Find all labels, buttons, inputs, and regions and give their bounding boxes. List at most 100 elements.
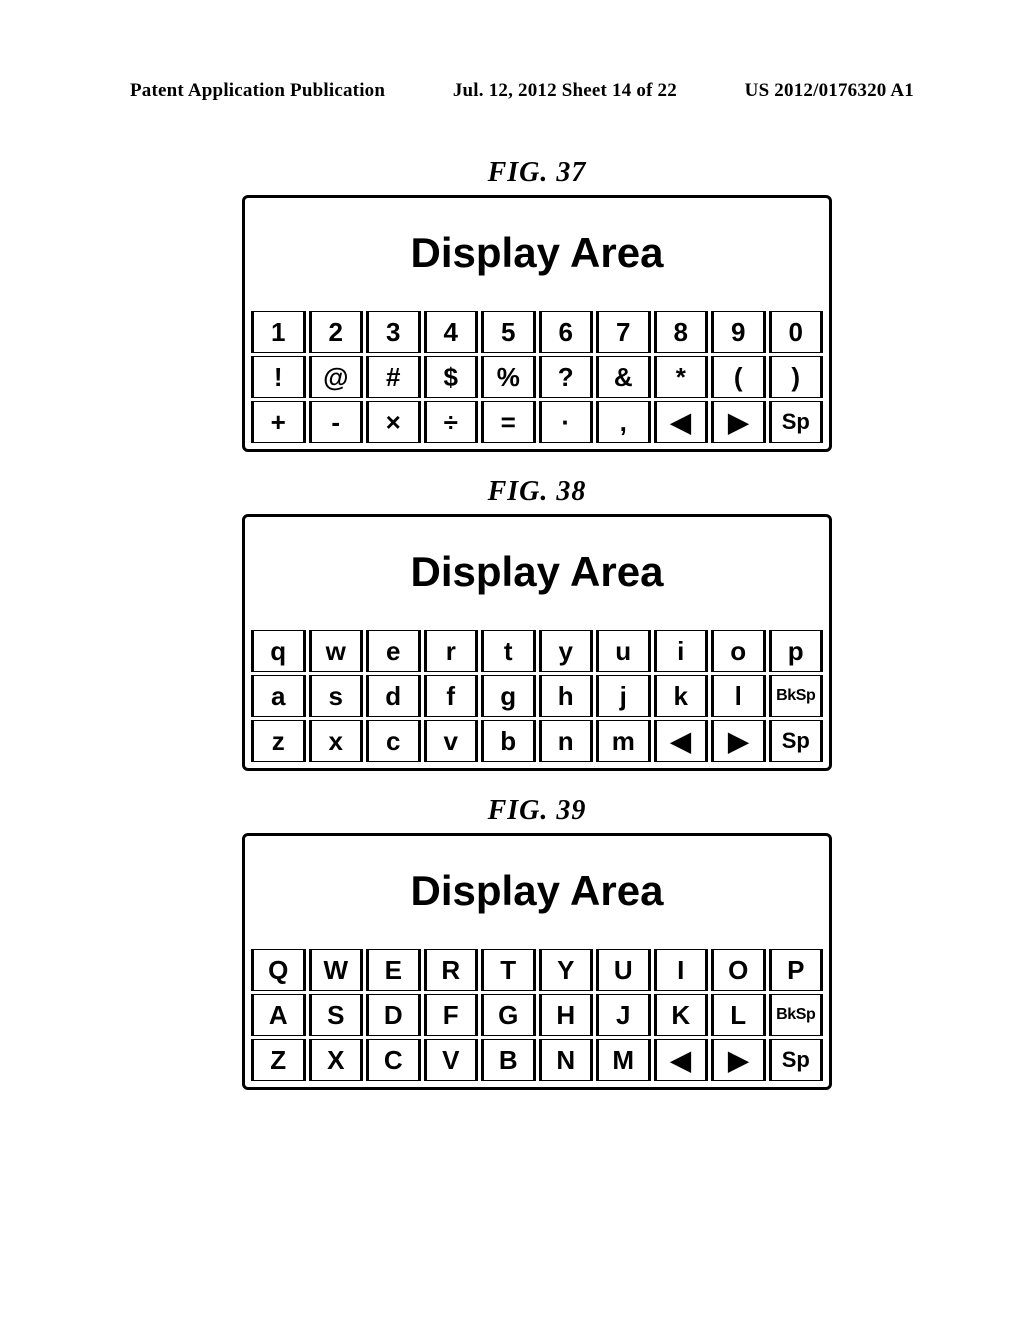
key[interactable]: l [711, 675, 766, 717]
key[interactable]: 8 [654, 311, 709, 353]
key-space[interactable]: Sp [769, 720, 824, 762]
key[interactable]: E [366, 949, 421, 991]
key[interactable]: ! [251, 356, 306, 398]
key[interactable]: m [596, 720, 651, 762]
key-right-arrow[interactable]: ▶ [711, 720, 766, 762]
key[interactable]: Q [251, 949, 306, 991]
key[interactable]: Y [539, 949, 594, 991]
key-space[interactable]: Sp [769, 401, 824, 443]
key[interactable]: * [654, 356, 709, 398]
key-right-arrow[interactable]: ▶ [711, 401, 766, 443]
key[interactable]: t [481, 630, 536, 672]
key[interactable]: K [654, 994, 709, 1036]
key[interactable]: L [711, 994, 766, 1036]
key-row: a s d f g h j k l BkSp [251, 675, 823, 717]
key[interactable]: c [366, 720, 421, 762]
key[interactable]: $ [424, 356, 479, 398]
key[interactable]: I [654, 949, 709, 991]
figure-39: FIG. 39 Display Area Q W E R T Y U I O P… [242, 795, 832, 1090]
key-row: Q W E R T Y U I O P [251, 949, 823, 991]
key[interactable]: 0 [769, 311, 824, 353]
key[interactable]: J [596, 994, 651, 1036]
device-frame: Display Area Q W E R T Y U I O P A S D [242, 833, 832, 1090]
key-backspace[interactable]: BkSp [769, 994, 824, 1036]
key[interactable]: Z [251, 1039, 306, 1081]
key[interactable]: M [596, 1039, 651, 1081]
key[interactable]: = [481, 401, 536, 443]
key[interactable]: q [251, 630, 306, 672]
figure-37: FIG. 37 Display Area 1 2 3 4 5 6 7 8 9 0… [242, 157, 832, 452]
key[interactable]: D [366, 994, 421, 1036]
key-row: 1 2 3 4 5 6 7 8 9 0 [251, 311, 823, 353]
key-space[interactable]: Sp [769, 1039, 824, 1081]
key[interactable]: r [424, 630, 479, 672]
key-left-arrow[interactable]: ◀ [654, 1039, 709, 1081]
key[interactable]: a [251, 675, 306, 717]
key[interactable]: 5 [481, 311, 536, 353]
key[interactable]: × [366, 401, 421, 443]
key[interactable]: ( [711, 356, 766, 398]
key[interactable]: o [711, 630, 766, 672]
key[interactable]: & [596, 356, 651, 398]
key[interactable]: F [424, 994, 479, 1036]
key[interactable]: O [711, 949, 766, 991]
key-left-arrow[interactable]: ◀ [654, 720, 709, 762]
key[interactable]: 4 [424, 311, 479, 353]
key[interactable]: i [654, 630, 709, 672]
key[interactable]: x [309, 720, 364, 762]
key[interactable]: - [309, 401, 364, 443]
page-header: Patent Application Publication Jul. 12, … [130, 80, 914, 102]
key[interactable]: + [251, 401, 306, 443]
key[interactable]: G [481, 994, 536, 1036]
key[interactable]: P [769, 949, 824, 991]
key[interactable]: N [539, 1039, 594, 1081]
key[interactable]: X [309, 1039, 364, 1081]
key[interactable]: p [769, 630, 824, 672]
key[interactable]: @ [309, 356, 364, 398]
key[interactable]: v [424, 720, 479, 762]
key-backspace[interactable]: BkSp [769, 675, 824, 717]
key[interactable]: f [424, 675, 479, 717]
key[interactable]: e [366, 630, 421, 672]
display-area: Display Area [251, 198, 823, 308]
key[interactable]: 3 [366, 311, 421, 353]
key[interactable]: 6 [539, 311, 594, 353]
key[interactable]: j [596, 675, 651, 717]
key[interactable]: s [309, 675, 364, 717]
key[interactable]: B [481, 1039, 536, 1081]
key[interactable]: u [596, 630, 651, 672]
key[interactable]: % [481, 356, 536, 398]
key-right-arrow[interactable]: ▶ [711, 1039, 766, 1081]
key[interactable]: W [309, 949, 364, 991]
key[interactable]: S [309, 994, 364, 1036]
key[interactable]: y [539, 630, 594, 672]
key[interactable]: C [366, 1039, 421, 1081]
key[interactable]: # [366, 356, 421, 398]
key[interactable]: h [539, 675, 594, 717]
key[interactable]: d [366, 675, 421, 717]
key[interactable]: R [424, 949, 479, 991]
key[interactable]: k [654, 675, 709, 717]
key[interactable]: V [424, 1039, 479, 1081]
key[interactable]: w [309, 630, 364, 672]
key[interactable]: ) [769, 356, 824, 398]
key[interactable]: 2 [309, 311, 364, 353]
key[interactable]: A [251, 994, 306, 1036]
key[interactable]: ? [539, 356, 594, 398]
key-left-arrow[interactable]: ◀ [654, 401, 709, 443]
figure-label: FIG. 37 [488, 157, 587, 189]
key[interactable]: , [596, 401, 651, 443]
key[interactable]: ÷ [424, 401, 479, 443]
key[interactable]: 9 [711, 311, 766, 353]
key[interactable]: n [539, 720, 594, 762]
key[interactable]: 7 [596, 311, 651, 353]
key[interactable]: · [539, 401, 594, 443]
key[interactable]: z [251, 720, 306, 762]
key[interactable]: 1 [251, 311, 306, 353]
key[interactable]: U [596, 949, 651, 991]
key[interactable]: g [481, 675, 536, 717]
key[interactable]: T [481, 949, 536, 991]
header-right: US 2012/0176320 A1 [745, 80, 914, 102]
key[interactable]: H [539, 994, 594, 1036]
key[interactable]: b [481, 720, 536, 762]
